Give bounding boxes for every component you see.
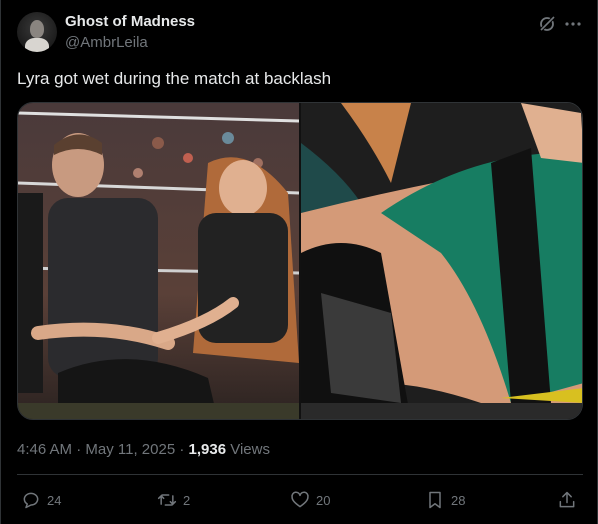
tweet-date[interactable]: May 11, 2025: [85, 441, 175, 458]
heart-icon: [291, 491, 309, 508]
views-label: Views: [226, 441, 270, 458]
tweet-text: Lyra got wet during the match at backlas…: [17, 69, 332, 88]
share-icon: [559, 491, 575, 508]
like-button[interactable]: 20: [290, 488, 330, 512]
reply-icon: [23, 492, 39, 509]
handle[interactable]: @AmbrLeila: [65, 34, 148, 51]
media-grid[interactable]: [17, 102, 583, 420]
bookmark-button[interactable]: 28: [425, 488, 465, 512]
meta-separator: ·: [72, 441, 86, 458]
divider: [17, 474, 583, 475]
bookmark-icon: [429, 491, 441, 509]
avatar[interactable]: [17, 12, 57, 52]
tweet-card: Ghost of Madness @AmbrLeila Lyra got wet…: [0, 0, 598, 524]
tweet-meta: 4:46 AM · May 11, 2025 · 1,936 Views: [17, 441, 270, 458]
tweet-time[interactable]: 4:46 AM: [17, 441, 72, 458]
reply-count: 24: [47, 492, 62, 508]
like-count: 20: [316, 492, 331, 508]
repost-icon: [157, 494, 177, 506]
repost-button[interactable]: 2: [157, 488, 190, 512]
photo-right[interactable]: [301, 103, 583, 420]
display-name[interactable]: Ghost of Madness: [65, 13, 195, 30]
repost-count: 2: [183, 492, 191, 508]
photo-left[interactable]: [18, 103, 299, 420]
avatar-body: [25, 38, 49, 52]
views-count: 1,936: [188, 441, 227, 458]
reply-button[interactable]: 24: [21, 488, 61, 512]
more-icon[interactable]: [563, 14, 583, 34]
meta-separator: ·: [175, 441, 189, 458]
bookmark-count: 28: [451, 492, 466, 508]
grok-icon[interactable]: [537, 14, 557, 34]
share-button[interactable]: [557, 488, 577, 512]
avatar-face: [30, 20, 44, 38]
